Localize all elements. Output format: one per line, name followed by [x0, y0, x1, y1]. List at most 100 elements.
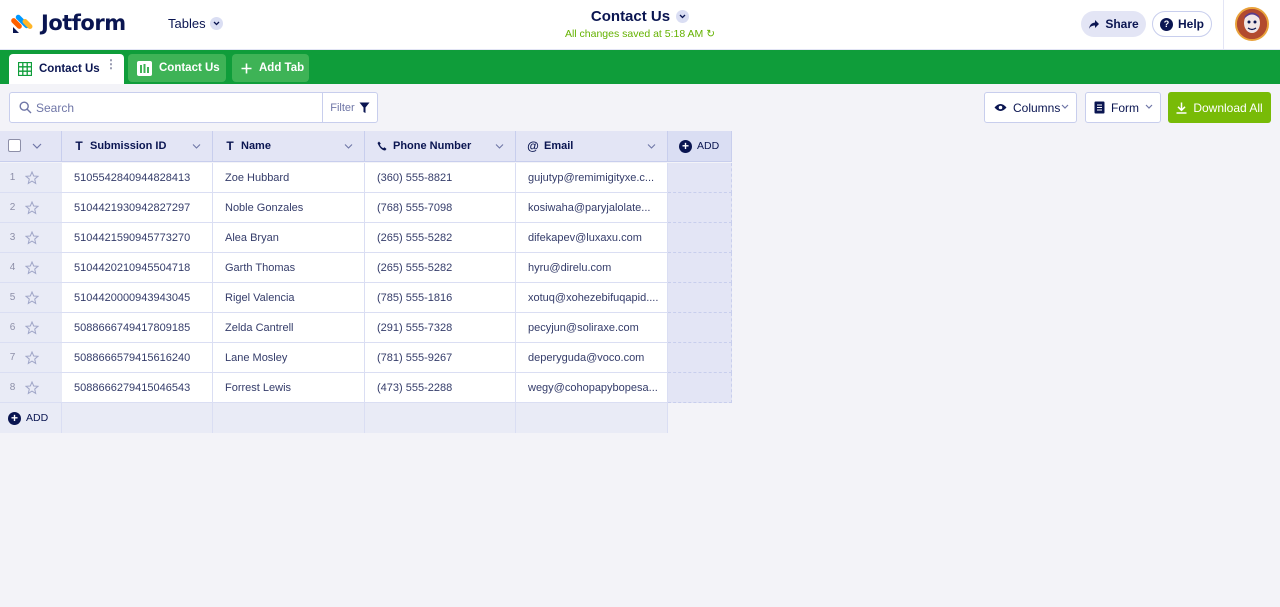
table-cell-id[interactable]: 5104421590945773270	[62, 223, 213, 253]
table-cell-name[interactable]: Garth Thomas	[213, 253, 365, 283]
column-header-phone[interactable]: Phone Number	[365, 131, 516, 162]
table-cell-name[interactable]: Noble Gonzales	[213, 193, 365, 223]
refresh-icon: ↻	[706, 28, 716, 40]
table-cell-name[interactable]: Alea Bryan	[213, 223, 365, 253]
at-sign-icon: @	[527, 139, 539, 153]
table-cell-name[interactable]: Zoe Hubbard	[213, 163, 365, 193]
download-icon	[1176, 102, 1187, 114]
table-cell-phone[interactable]: (265) 555-5282	[365, 253, 516, 283]
star-icon[interactable]	[25, 170, 39, 185]
chevron-down-icon[interactable]	[344, 144, 353, 149]
column-label: Email	[544, 140, 574, 152]
chevron-down-icon[interactable]	[32, 143, 42, 149]
table-cell-id[interactable]: 5104420210945504718	[62, 253, 213, 283]
footer-cell	[62, 403, 213, 433]
table-cell-email[interactable]: xotuq@xohezebifuqapid....	[516, 283, 668, 313]
help-button[interactable]: ? Help	[1152, 11, 1212, 37]
table-cell-email[interactable]: wegy@cohopapybopesa...	[516, 373, 668, 403]
table-cell-email[interactable]: gujutyp@remimigityxe.c...	[516, 163, 668, 193]
download-all-button[interactable]: Download All	[1168, 92, 1271, 123]
table-cell-id[interactable]: 5105542840944828413	[62, 163, 213, 193]
table-cell-id[interactable]: 5088666579415616240	[62, 343, 213, 373]
text-type-icon: T	[226, 139, 234, 153]
select-all-checkbox[interactable]	[8, 139, 21, 152]
chevron-down-icon[interactable]	[495, 144, 504, 149]
grid-icon	[18, 62, 32, 76]
tab-contact-us-report[interactable]: Contact Us	[128, 54, 226, 82]
column-header-name[interactable]: T Name	[213, 131, 365, 162]
footer-cell	[365, 403, 516, 433]
row-header: 2	[0, 193, 62, 223]
add-row-button[interactable]: + ADD	[0, 403, 62, 433]
table-cell-phone[interactable]: (291) 555-7328	[365, 313, 516, 343]
chevron-down-icon[interactable]	[192, 144, 201, 149]
add-tab-label: Add Tab	[259, 62, 305, 74]
row-header: 5	[0, 283, 62, 313]
share-button[interactable]: Share	[1081, 11, 1146, 37]
star-icon[interactable]	[25, 230, 39, 245]
columns-button[interactable]: Columns	[984, 92, 1077, 123]
star-icon[interactable]	[25, 290, 39, 305]
table-cell-phone[interactable]: (473) 555-2288	[365, 373, 516, 403]
table-cell-phone[interactable]: (785) 555-1816	[365, 283, 516, 313]
plus-icon	[241, 63, 252, 74]
add-column-cell	[668, 283, 732, 313]
table-cell-email[interactable]: difekapev@luxaxu.com	[516, 223, 668, 253]
search-icon	[19, 101, 32, 119]
filter-icon	[359, 102, 370, 113]
table-cell-name[interactable]: Lane Mosley	[213, 343, 365, 373]
column-header-email[interactable]: @ Email	[516, 131, 668, 162]
star-icon[interactable]	[25, 200, 39, 215]
table-cell-email[interactable]: pecyjun@soliraxe.com	[516, 313, 668, 343]
star-icon[interactable]	[25, 260, 39, 275]
plus-circle-icon: +	[8, 411, 21, 425]
document-title-text: Contact Us	[590, 8, 671, 25]
table-cell-name[interactable]: Rigel Valencia	[213, 283, 365, 313]
share-label: Share	[1105, 17, 1139, 31]
table-cell-email[interactable]: kosiwaha@paryjalolate...	[516, 193, 668, 223]
add-column-cell	[668, 163, 732, 193]
star-icon[interactable]	[25, 380, 39, 395]
document-title[interactable]: Contact Us	[590, 8, 690, 25]
plus-circle-icon: +	[679, 139, 692, 153]
more-options-icon[interactable]: ⋮	[105, 58, 117, 70]
table-cell-phone[interactable]: (781) 555-9267	[365, 343, 516, 373]
search-input[interactable]	[36, 93, 321, 122]
row-number: 3	[9, 232, 16, 243]
user-avatar[interactable]	[1235, 7, 1269, 41]
add-column-cell	[668, 253, 732, 283]
star-icon[interactable]	[25, 320, 39, 335]
filter-button[interactable]: Filter	[322, 93, 377, 122]
avatar-icon	[1237, 9, 1267, 39]
table-cell-name[interactable]: Forrest Lewis	[213, 373, 365, 403]
header-divider	[1223, 0, 1224, 50]
tab-label: Contact Us	[39, 63, 100, 75]
chevron-down-icon	[1061, 104, 1069, 109]
add-tab-button[interactable]: Add Tab	[232, 54, 309, 82]
column-header-submission-id[interactable]: T Submission ID	[62, 131, 213, 162]
table-cell-id[interactable]: 5088666279415046543	[62, 373, 213, 403]
table-cell-email[interactable]: hyru@direlu.com	[516, 253, 668, 283]
report-icon	[137, 60, 152, 76]
table-cell-phone[interactable]: (768) 555-7098	[365, 193, 516, 223]
table-cell-name[interactable]: Zelda Cantrell	[213, 313, 365, 343]
tab-contact-us-table[interactable]: Contact Us ⋮	[9, 54, 124, 84]
add-column-cell	[668, 373, 732, 403]
chevron-down-icon[interactable]	[647, 144, 656, 149]
star-icon[interactable]	[25, 350, 39, 365]
columns-label: Columns	[1013, 100, 1061, 115]
footer-cell	[213, 403, 365, 433]
search-bar: Filter	[9, 92, 378, 123]
table-cell-phone[interactable]: (265) 555-5282	[365, 223, 516, 253]
table-cell-phone[interactable]: (360) 555-8821	[365, 163, 516, 193]
filter-label: Filter	[330, 101, 355, 114]
form-button[interactable]: Form	[1085, 92, 1161, 123]
table-cell-id[interactable]: 5104421930942827297	[62, 193, 213, 223]
table-cell-id[interactable]: 5088666749417809185	[62, 313, 213, 343]
table-cell-email[interactable]: deperyguda@voco.com	[516, 343, 668, 373]
add-column-button[interactable]: + ADD	[668, 131, 732, 162]
table-cell-id[interactable]: 5104420000943943045	[62, 283, 213, 313]
row-number: 5	[9, 292, 16, 303]
row-number: 6	[9, 322, 16, 333]
form-icon	[1094, 101, 1105, 114]
